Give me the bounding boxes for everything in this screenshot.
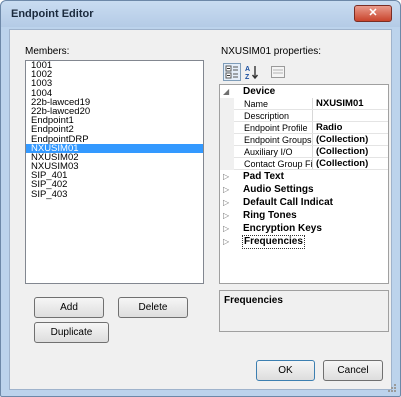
svg-text:A: A xyxy=(245,66,250,73)
property-description-panel: Frequencies xyxy=(219,290,389,332)
categorized-icon[interactable] xyxy=(223,63,241,81)
property-row-name[interactable]: Name NXUSIM01 xyxy=(220,98,388,110)
close-icon: ✕ xyxy=(368,7,378,19)
category-pad-text[interactable]: ▷ Pad Text xyxy=(220,171,388,183)
endpoint-editor-window: Endpoint Editor ✕ Members: 1001 1002 1003 1… xyxy=(0,0,401,397)
category-default-call-indicator[interactable]: ▷ Default Call Indicat xyxy=(220,197,388,209)
members-listbox[interactable]: 1001 1002 1003 1004 22b-lawced19 22b-lawced20… xyxy=(25,60,204,284)
category-encryption-keys[interactable]: ▷ Encryption Keys xyxy=(220,223,388,235)
expand-icon[interactable]: ▷ xyxy=(223,238,229,246)
property-grid[interactable]: ◢ Device Name NXUSIM01 Description Endpo… xyxy=(219,84,389,284)
cancel-button[interactable]: Cancel xyxy=(323,360,383,381)
category-label: Default Call Indicat xyxy=(243,197,334,208)
property-pages-icon[interactable] xyxy=(269,63,287,81)
properties-label: NXUSIM01 properties: xyxy=(221,46,322,57)
collapse-icon[interactable]: ◢ xyxy=(223,88,229,96)
category-label: Pad Text xyxy=(243,171,284,182)
expand-icon[interactable]: ▷ xyxy=(223,173,229,181)
category-label: Encryption Keys xyxy=(243,223,322,234)
expand-icon[interactable]: ▷ xyxy=(223,225,229,233)
property-row-endpoint-profile[interactable]: Endpoint Profile Radio xyxy=(220,122,388,134)
property-row-endpoint-groups[interactable]: Endpoint Groups (Collection) xyxy=(220,134,388,146)
property-row-contact-group-filter[interactable]: Contact Group Filt (Collection) xyxy=(220,158,388,170)
list-item[interactable]: 1001 xyxy=(26,61,203,71)
expand-icon[interactable]: ▷ xyxy=(223,212,229,220)
close-button[interactable]: ✕ xyxy=(354,5,392,22)
category-device[interactable]: ◢ Device xyxy=(220,86,388,98)
category-ring-tones[interactable]: ▷ Ring Tones xyxy=(220,210,388,222)
list-item[interactable]: 1003 xyxy=(26,79,203,89)
window-title: Endpoint Editor xyxy=(11,8,94,20)
duplicate-button[interactable]: Duplicate xyxy=(34,322,109,343)
delete-button[interactable]: Delete xyxy=(118,297,188,318)
category-label: Frequencies xyxy=(242,235,305,249)
svg-text:Z: Z xyxy=(245,74,250,81)
category-frequencies[interactable]: ▷ Frequencies xyxy=(220,235,388,249)
description-title: Frequencies xyxy=(224,295,283,306)
category-label: Ring Tones xyxy=(243,210,297,221)
expand-icon[interactable]: ▷ xyxy=(223,199,229,207)
list-item[interactable]: 1002 xyxy=(26,70,203,80)
alphabetical-icon[interactable]: A Z xyxy=(243,63,261,81)
category-label: Device xyxy=(243,86,276,97)
title-bar[interactable]: Endpoint Editor ✕ xyxy=(1,1,400,27)
category-audio-settings[interactable]: ▷ Audio Settings xyxy=(220,184,388,196)
category-label: Audio Settings xyxy=(243,184,314,195)
add-button[interactable]: Add xyxy=(34,297,104,318)
ok-button[interactable]: OK xyxy=(256,360,315,381)
property-row-auxiliary-io[interactable]: Auxiliary I/O (Collection) xyxy=(220,146,388,158)
property-row-description[interactable]: Description xyxy=(220,110,388,122)
members-label: Members: xyxy=(25,46,70,57)
expand-icon[interactable]: ▷ xyxy=(223,186,229,194)
resize-grip-icon[interactable] xyxy=(387,383,397,393)
list-item[interactable]: SIP_403 xyxy=(26,189,203,199)
